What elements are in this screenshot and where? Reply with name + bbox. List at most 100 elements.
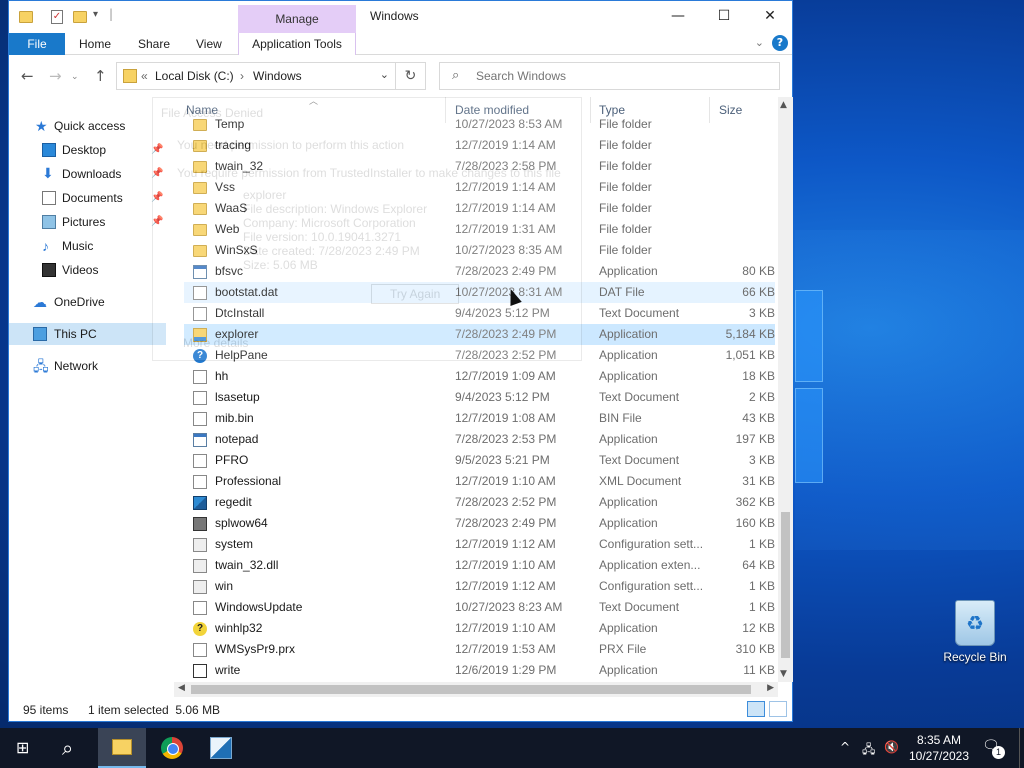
nav-downloads[interactable]: ⬇ Downloads 📌	[9, 163, 166, 185]
nav-music[interactable]: ♪ Music	[9, 235, 166, 257]
search-box[interactable]: ⌕	[439, 62, 780, 90]
file-row[interactable]: Temp 10/27/2023 8:53 AM File folder	[184, 114, 775, 135]
nav-this-pc[interactable]: This PC	[9, 323, 166, 345]
file-row[interactable]: DtcInstall 9/4/2023 5:12 PM Text Document 3…	[184, 303, 775, 324]
back-button[interactable]: ←	[21, 67, 34, 85]
file-row[interactable]: WindowsUpdate 10/27/2023 8:23 AM Text Docu…	[184, 597, 775, 618]
recent-locations-icon[interactable]: ⌄	[71, 72, 79, 82]
breadcrumb-local-disk[interactable]: Local Disk (C:)	[155, 69, 234, 83]
properties-icon[interactable]: ✓	[51, 10, 63, 24]
file-row[interactable]: notepad 7/28/2023 2:53 PM Application 197 K…	[184, 429, 775, 450]
expand-ribbon-icon[interactable]: ⌄	[755, 36, 764, 49]
file-row[interactable]: twain_32 7/28/2023 2:58 PM File folder	[184, 156, 775, 177]
recycle-bin[interactable]: Recycle Bin	[940, 600, 1010, 664]
tab-home[interactable]: Home	[79, 33, 111, 55]
details-view-button[interactable]	[747, 701, 765, 717]
tab-application-tools[interactable]: Application Tools	[238, 33, 356, 55]
scroll-up-icon[interactable]: ▲	[780, 100, 787, 110]
file-date: 9/5/2023 5:21 PM	[455, 453, 550, 467]
file-row[interactable]: twain_32.dll 12/7/2019 1:10 AM Application…	[184, 555, 775, 576]
app-icon	[210, 737, 232, 759]
taskbar-chrome[interactable]	[148, 728, 196, 768]
show-desktop-button[interactable]	[1019, 728, 1024, 768]
tab-view[interactable]: View	[196, 33, 222, 55]
file-row[interactable]: WMSysPr9.prx 12/7/2019 1:53 AM PRX File 310…	[184, 639, 775, 660]
file-type: Text Document	[599, 390, 680, 404]
tab-share[interactable]: Share	[138, 33, 170, 55]
file-row[interactable]: tracing 12/7/2019 1:14 AM File folder	[184, 135, 775, 156]
scroll-thumb[interactable]	[191, 685, 751, 694]
app-file-icon	[193, 433, 207, 447]
scroll-down-icon[interactable]: ▼	[780, 669, 787, 679]
file-row[interactable]: bfsvc 7/28/2023 2:49 PM Application 80 KB	[184, 261, 775, 282]
file-name: tracing	[215, 138, 252, 152]
file-name: system	[215, 537, 254, 551]
address-dropdown-icon[interactable]: ⌄	[380, 68, 389, 81]
file-row[interactable]: ? winhlp32 12/7/2019 1:10 AM Application 12 …	[184, 618, 775, 639]
file-row[interactable]: system 12/7/2019 1:12 AM Configuration set…	[184, 534, 775, 555]
file-row[interactable]: WinSxS 10/27/2023 8:35 AM File folder	[184, 240, 775, 261]
file-name: winhlp32	[215, 621, 263, 635]
start-button[interactable]: ⊞	[0, 728, 48, 768]
address-field[interactable]: « Local Disk (C:) › Windows ⌄ ↻	[116, 62, 426, 90]
taskbar-search-button[interactable]: ⌕	[48, 728, 96, 768]
volume-muted-icon[interactable]: 🔇	[884, 740, 899, 754]
file-row[interactable]: Web 12/7/2019 1:31 AM File folder	[184, 219, 775, 240]
close-button[interactable]: ✕	[747, 1, 793, 31]
show-hidden-icons[interactable]: ^	[840, 740, 850, 754]
file-size: 362 KB	[735, 495, 775, 509]
maximize-button[interactable]: ☐	[701, 1, 747, 31]
scroll-left-icon[interactable]: ◀	[178, 683, 185, 693]
breadcrumb-overflow[interactable]: «	[141, 69, 148, 83]
file-row[interactable]: mib.bin 12/7/2019 1:08 AM BIN File 43 KB	[184, 408, 775, 429]
file-row[interactable]: hh 12/7/2019 1:09 AM Application 18 KB	[184, 366, 775, 387]
music-icon: ♪	[42, 238, 49, 254]
file-row[interactable]: lsasetup 9/4/2023 5:12 PM Text Document 2 K…	[184, 387, 775, 408]
file-row[interactable]: WaaS 12/7/2019 1:14 AM File folder	[184, 198, 775, 219]
file-row[interactable]: write 12/6/2019 1:29 PM Application 11 KB	[184, 660, 775, 681]
notifications-button[interactable]: 🗨 1	[982, 738, 1005, 759]
taskbar-file-explorer[interactable]	[98, 728, 146, 768]
qat-dropdown-icon[interactable]: ▾	[93, 9, 98, 27]
refresh-button[interactable]: ↻	[395, 63, 425, 89]
forward-button[interactable]: →	[49, 67, 62, 85]
file-row[interactable]: splwow64 7/28/2023 2:49 PM Application 160 …	[184, 513, 775, 534]
file-row[interactable]: ? HelpPane 7/28/2023 2:52 PM Application 1,0…	[184, 345, 775, 366]
nav-documents[interactable]: Documents 📌	[9, 187, 166, 209]
file-row[interactable]: Vss 12/7/2019 1:14 AM File folder	[184, 177, 775, 198]
network-icon[interactable]: 🖧	[862, 740, 875, 761]
help-icon[interactable]: ?	[772, 35, 788, 51]
taskbar-app[interactable]	[197, 728, 245, 768]
breadcrumb-windows[interactable]: Windows	[253, 69, 302, 83]
file-row[interactable]: regedit 7/28/2023 2:52 PM Application 362 K…	[184, 492, 775, 513]
file-row[interactable]: explorer 7/28/2023 2:49 PM Application 5,18…	[184, 324, 775, 345]
horizontal-scrollbar[interactable]: ◀ ▶	[174, 682, 778, 697]
large-icons-view-button[interactable]	[769, 701, 787, 717]
file-type: File folder	[599, 243, 652, 257]
file-row[interactable]: PFRO 9/5/2023 5:21 PM Text Document 3 KB	[184, 450, 775, 471]
up-button[interactable]: ↑	[94, 67, 107, 85]
doc-file-icon	[193, 391, 207, 405]
manage-tab[interactable]: Manage	[238, 5, 356, 33]
file-row[interactable]: bootstat.dat 10/27/2023 8:31 AM DAT File 66…	[184, 282, 775, 303]
search-input[interactable]	[476, 67, 766, 85]
file-row[interactable]: Professional 12/7/2019 1:10 AM XML Documen…	[184, 471, 775, 492]
nav-network[interactable]: 🖧 Network	[9, 355, 166, 377]
nav-desktop[interactable]: Desktop 📌	[9, 139, 166, 161]
breadcrumb-separator[interactable]: ›	[240, 69, 244, 83]
cloud-icon: ☁	[33, 294, 47, 310]
vertical-scrollbar[interactable]: ▲ ▼	[778, 97, 793, 682]
nav-quick-access[interactable]: ★ Quick access	[9, 115, 166, 137]
minimize-button[interactable]: —	[655, 1, 701, 31]
new-folder-icon[interactable]	[73, 11, 87, 23]
file-name: DtcInstall	[215, 306, 265, 320]
tab-file[interactable]: File	[9, 33, 65, 55]
file-type: Configuration sett...	[599, 537, 704, 551]
nav-pictures[interactable]: Pictures 📌	[9, 211, 166, 233]
scroll-right-icon[interactable]: ▶	[767, 683, 774, 693]
nav-onedrive[interactable]: ☁ OneDrive	[9, 291, 166, 313]
scroll-thumb[interactable]	[781, 512, 790, 658]
nav-videos[interactable]: Videos	[9, 259, 166, 281]
file-row[interactable]: win 12/7/2019 1:12 AM Configuration sett..…	[184, 576, 775, 597]
clock[interactable]: 8:35 AM 10/27/2023	[904, 732, 974, 764]
